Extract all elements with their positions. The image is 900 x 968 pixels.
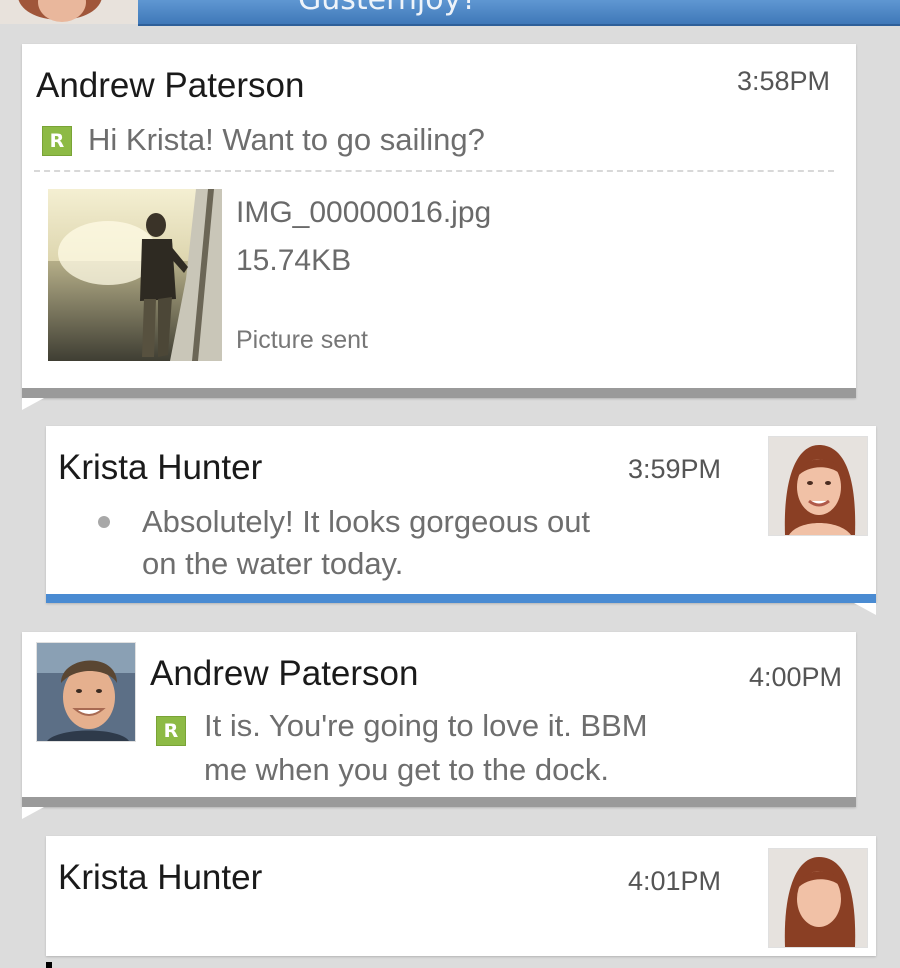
message-text-line: Absolutely! It looks gorgeous out	[142, 504, 591, 539]
attachment-divider	[34, 170, 834, 172]
attachment-file-name: IMG_00000016.jpg	[236, 196, 492, 229]
attachment-thumbnail[interactable]	[48, 189, 222, 361]
message-text-line: me when you get to the dock.	[204, 752, 609, 787]
read-receipt-icon: R	[42, 126, 72, 156]
message-time: 3:58PM	[736, 66, 830, 96]
chat-header: Gusternjoy?	[0, 0, 900, 26]
sender-avatar[interactable]	[36, 642, 136, 742]
sender-name: Krista Hunter	[58, 858, 263, 897]
header-title: Gusternjoy?	[298, 0, 477, 17]
sender-name: Andrew Paterson	[150, 654, 419, 693]
message-time: 4:01PM	[628, 866, 722, 896]
message-bubble[interactable]: Krista Hunter 3:59PM Absolutely! It look…	[46, 426, 876, 615]
read-receipt-icon: R	[156, 716, 186, 746]
sender-avatar[interactable]	[768, 436, 868, 536]
attachment-status: Picture sent	[236, 326, 369, 354]
message-text: Hi Krista! Want to go sailing?	[88, 122, 485, 157]
header-avatar[interactable]	[0, 0, 138, 24]
message-bubble[interactable]: Andrew Paterson 3:58PM R Hi Krista! Want…	[22, 44, 856, 410]
message-time: 3:59PM	[628, 454, 722, 484]
sender-name: Andrew Paterson	[36, 66, 305, 105]
header-title-bar: Gusternjoy?	[138, 0, 900, 26]
message-text-line: on the water today.	[142, 546, 404, 581]
sender-avatar[interactable]	[768, 848, 868, 948]
message-text-line: It is. You're going to love it. BBM	[204, 708, 648, 743]
delivered-dot-icon	[98, 516, 110, 528]
sender-name: Krista Hunter	[58, 448, 263, 487]
message-bubble[interactable]: Andrew Paterson 4:00PM R It is. You're g…	[22, 632, 856, 819]
message-bubble[interactable]: Krista Hunter 4:01PM	[46, 836, 876, 968]
message-time: 4:00PM	[748, 662, 842, 692]
attachment-file-size: 15.74KB	[236, 244, 352, 277]
